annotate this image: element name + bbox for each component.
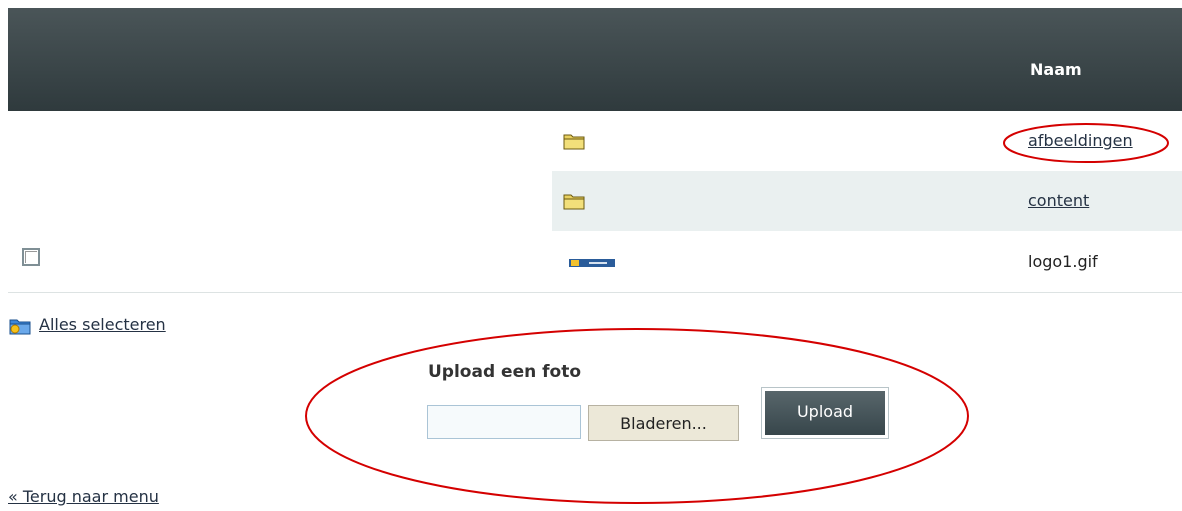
- file-name: logo1.gif: [1028, 252, 1098, 271]
- folder-icon: [563, 134, 585, 150]
- table-row: afbeeldingen: [8, 111, 1182, 171]
- select-all-label[interactable]: Alles selecteren: [39, 315, 166, 334]
- table-header: Naam: [8, 8, 1182, 111]
- image-thumbnail-icon: [569, 259, 615, 267]
- select-all-folder-icon: [9, 319, 31, 335]
- column-header-naam[interactable]: Naam: [1030, 60, 1082, 79]
- file-path-input[interactable]: [427, 405, 581, 439]
- upload-button-label: Upload: [765, 391, 885, 435]
- folder-link-content[interactable]: content: [1028, 191, 1089, 210]
- table-row: content: [8, 171, 1182, 231]
- folder-link-afbeeldingen[interactable]: afbeeldingen: [1028, 131, 1133, 150]
- folder-icon: [563, 194, 585, 210]
- browse-button[interactable]: Bladeren...: [588, 405, 739, 441]
- file-table: afbeeldingen content logo1.gif: [8, 111, 1182, 293]
- back-to-menu-link[interactable]: « Terug naar menu: [8, 487, 159, 506]
- upload-button[interactable]: Upload: [761, 387, 889, 439]
- upload-title: Upload een foto: [428, 362, 581, 382]
- file-checkbox[interactable]: [22, 248, 40, 266]
